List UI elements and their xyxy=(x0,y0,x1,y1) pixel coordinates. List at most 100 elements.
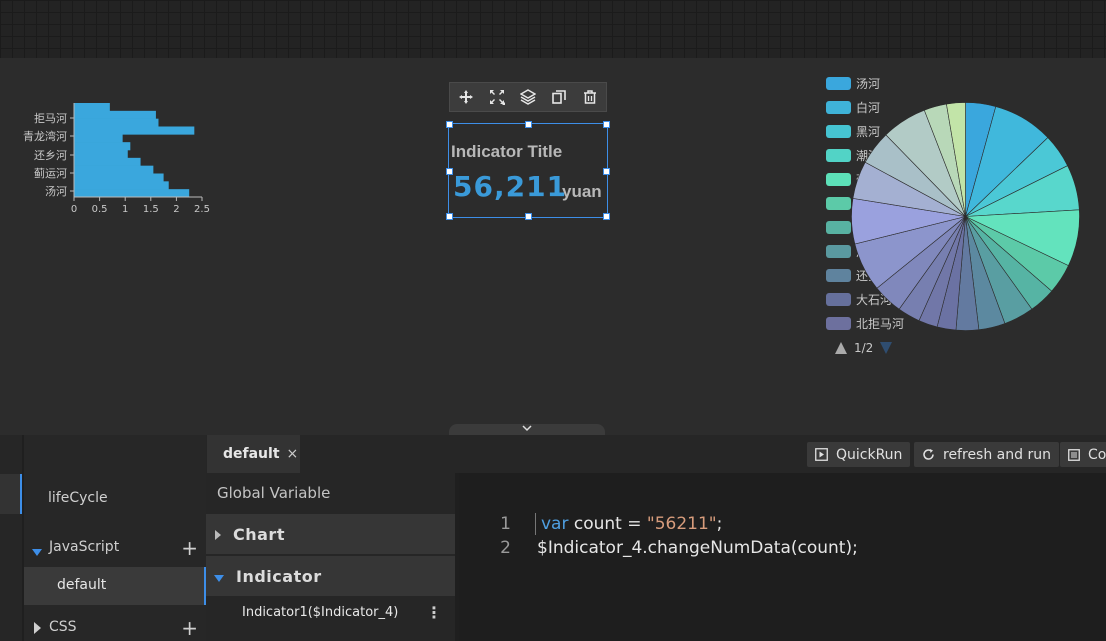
code-editor[interactable]: 1 var count = "56211"; 2 $Indicator_4.ch… xyxy=(459,473,1106,641)
x-tick-label: 0.5 xyxy=(92,204,108,215)
bar xyxy=(74,181,169,190)
add-icon[interactable]: + xyxy=(181,538,198,558)
bar xyxy=(74,110,156,119)
quickrun-label: QuickRun xyxy=(836,446,903,463)
canvas-ruler-header xyxy=(0,0,1106,58)
component-toolbar xyxy=(449,82,607,112)
legend-swatch xyxy=(826,244,851,258)
code-line-1[interactable]: 1 var count = "56211"; xyxy=(459,514,1106,538)
y-tick-label: 还乡河 xyxy=(34,149,67,162)
legend-swatch xyxy=(826,172,851,186)
page-down-icon[interactable] xyxy=(879,341,893,355)
editor-tabbar: default × QuickRun refresh and run Co xyxy=(206,435,1106,473)
x-tick-label: 0 xyxy=(71,204,77,215)
variables-panel: Global Variable Chart Indicator Indicato… xyxy=(206,473,455,641)
bar xyxy=(74,165,154,174)
add-icon[interactable]: + xyxy=(181,618,198,638)
resize-handle[interactable] xyxy=(603,168,610,175)
indicator-unit: yuan xyxy=(562,182,602,201)
quickrun-button[interactable]: QuickRun xyxy=(807,442,911,467)
caret-down-icon xyxy=(214,567,224,586)
legend-swatch xyxy=(826,76,851,90)
section-chart[interactable]: Chart xyxy=(206,514,455,554)
resize-handle[interactable] xyxy=(446,213,453,220)
selected-tool[interactable] xyxy=(0,474,22,514)
bar xyxy=(74,126,195,135)
legend-page-number: 1/2 xyxy=(854,341,874,355)
delete-icon[interactable] xyxy=(580,87,600,107)
nav-javascript[interactable]: JavaScript + xyxy=(24,538,206,560)
legend-label: 汤河 xyxy=(856,76,881,91)
move-icon[interactable] xyxy=(456,87,476,107)
line-number: 1 xyxy=(500,514,511,534)
console-icon xyxy=(1068,448,1080,461)
nav-css-label: CSS xyxy=(49,619,77,635)
close-icon[interactable]: × xyxy=(287,446,299,462)
script-nav: lifeCycle JavaScript + default CSS + xyxy=(24,435,206,641)
refresh-run-button[interactable]: refresh and run xyxy=(914,442,1059,467)
bar xyxy=(74,118,159,127)
caret-right-icon xyxy=(34,622,41,638)
legend-swatch xyxy=(826,316,851,330)
play-icon xyxy=(815,448,828,461)
refresh-icon xyxy=(923,449,934,460)
resize-handle[interactable] xyxy=(446,121,453,128)
y-tick-label: 青龙湾河 xyxy=(23,129,67,143)
indicator-widget[interactable]: Indicator Title 56,211 yuan xyxy=(446,121,610,220)
y-tick-label: 蓟运河 xyxy=(34,167,67,180)
y-tick-label: 拒马河 xyxy=(34,112,67,125)
nav-css[interactable]: CSS + xyxy=(24,618,206,639)
copy-icon[interactable] xyxy=(549,87,569,107)
legend-swatch xyxy=(826,148,851,162)
layers-icon[interactable] xyxy=(518,87,538,107)
console-button[interactable]: Co xyxy=(1060,442,1106,467)
x-tick-label: 2.5 xyxy=(194,204,210,215)
nav-lifecycle-label: lifeCycle xyxy=(48,490,108,506)
code-line-2[interactable]: 2 $Indicator_4.changeNumData(count); xyxy=(459,538,1106,562)
legend-swatch xyxy=(826,196,851,210)
indicator-title: Indicator Title xyxy=(451,142,563,161)
caret-down-icon xyxy=(32,544,42,560)
section-indicator-label: Indicator xyxy=(236,566,322,586)
legend-swatch xyxy=(826,100,851,114)
resize-handle[interactable] xyxy=(603,213,610,220)
bar xyxy=(74,173,164,182)
legend-swatch xyxy=(826,268,851,282)
x-tick-label: 1 xyxy=(122,204,128,215)
bar-chart[interactable]: 拒马河青龙湾河还乡河蓟运河汤河 0 0.5 1 1.5 2 2.5 xyxy=(0,96,215,221)
console-label: Co xyxy=(1088,446,1106,463)
bar xyxy=(74,157,141,166)
bar xyxy=(74,150,128,159)
x-tick-label: 2 xyxy=(173,204,179,215)
section-chart-label: Chart xyxy=(233,524,285,544)
legend-swatch xyxy=(826,124,851,138)
resize-handle[interactable] xyxy=(603,121,610,128)
line-number: 2 xyxy=(500,538,511,558)
variable-item[interactable]: Indicator1($Indicator_4) xyxy=(242,605,398,620)
resize-handle[interactable] xyxy=(446,168,453,175)
more-options-icon[interactable]: ⋮ xyxy=(426,603,442,622)
script-panel: lifeCycle JavaScript + default CSS + def… xyxy=(0,435,1106,641)
nav-lifecycle[interactable]: lifeCycle xyxy=(24,490,206,510)
bar xyxy=(74,189,190,198)
refresh-run-label: refresh and run xyxy=(943,446,1051,463)
tab-default-label: default xyxy=(223,446,280,462)
bar xyxy=(74,142,131,151)
code-text: $Indicator_4.changeNumData(count); xyxy=(537,538,858,558)
section-indicator[interactable]: Indicator xyxy=(206,556,455,596)
legend-item[interactable]: 汤河 xyxy=(826,76,881,91)
code-text: var count = "56211"; xyxy=(541,514,723,534)
left-tool-strip xyxy=(0,435,22,641)
resize-handle[interactable] xyxy=(525,213,532,220)
tab-default[interactable]: default × xyxy=(207,435,300,473)
bar xyxy=(74,134,123,143)
pie-chart[interactable] xyxy=(850,101,1081,332)
page-up-icon[interactable] xyxy=(834,341,848,355)
resize-handle[interactable] xyxy=(525,121,532,128)
collapse-panel-tab[interactable] xyxy=(449,424,605,435)
caret-right-icon xyxy=(215,525,221,544)
nav-default-label: default xyxy=(57,577,107,593)
nav-default[interactable]: default xyxy=(24,567,206,605)
variables-title: Global Variable xyxy=(217,484,331,502)
fullscreen-icon[interactable] xyxy=(487,87,507,107)
